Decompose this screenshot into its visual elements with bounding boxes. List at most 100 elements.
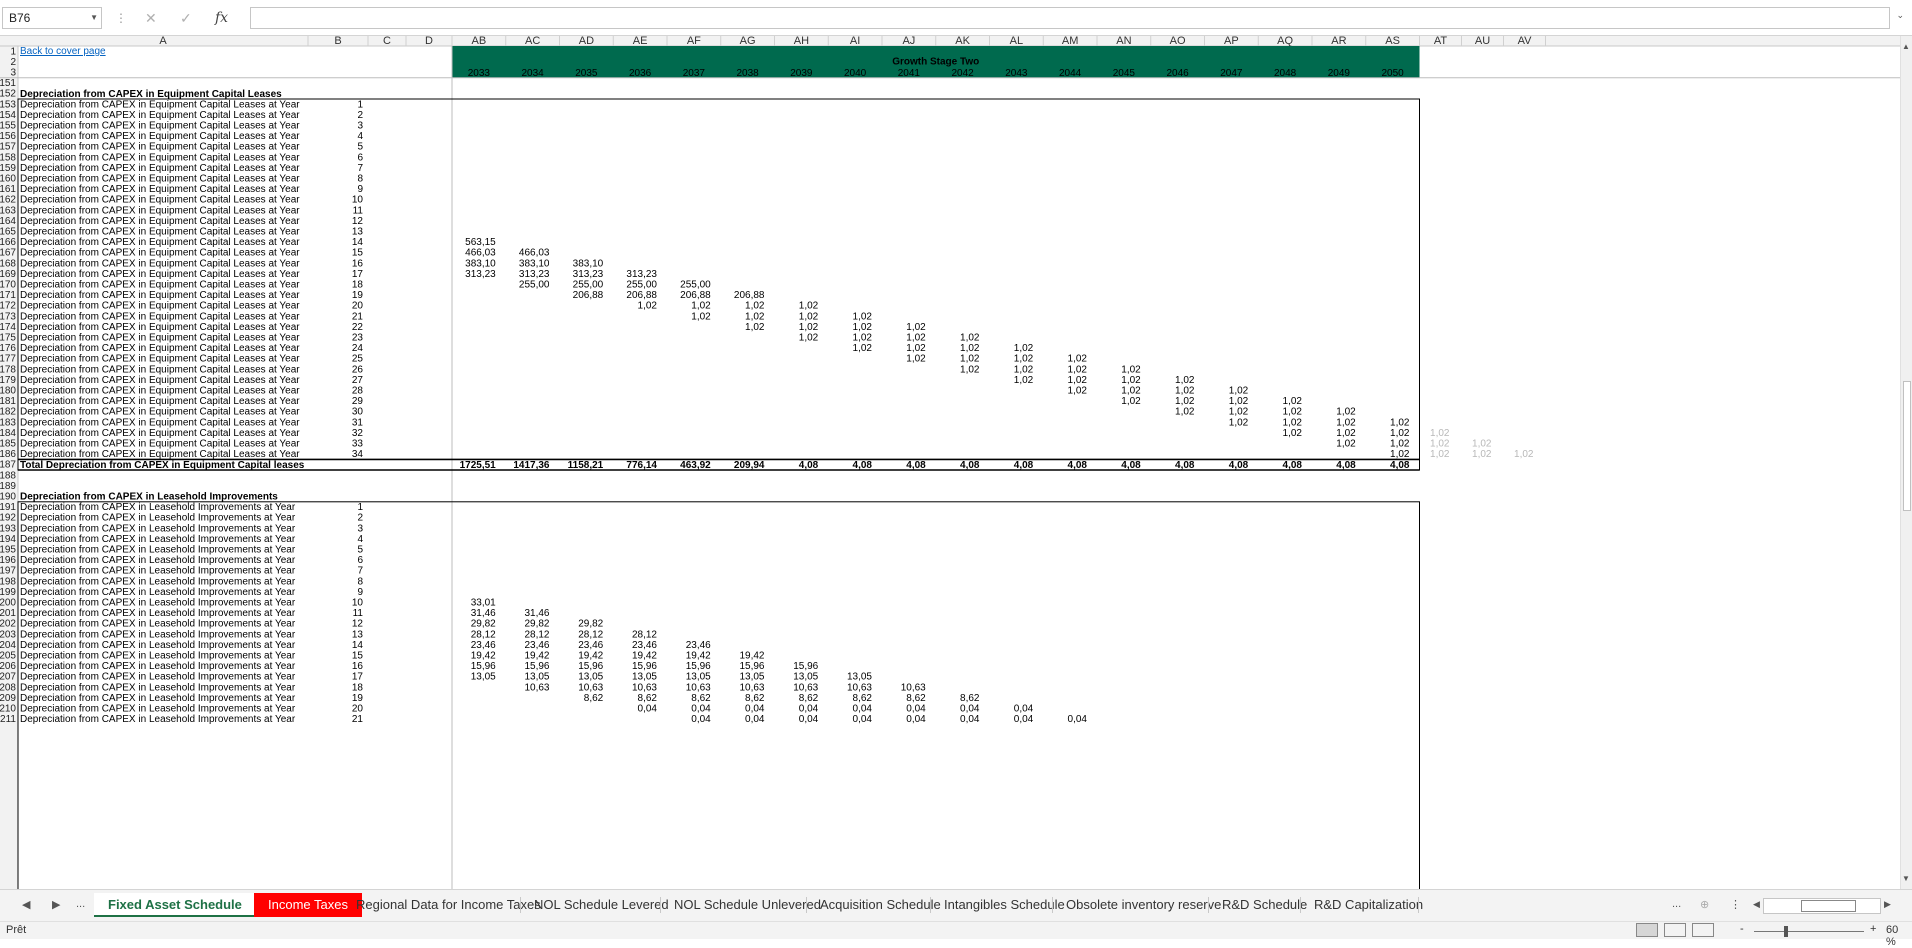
value-cell[interactable]: 15,96 [632, 661, 657, 672]
row-header-151[interactable]: 151 [0, 78, 16, 89]
value-cell[interactable]: 1,02 [1175, 396, 1195, 407]
value-cell[interactable]: 1,02 [1229, 386, 1249, 397]
value-cell[interactable]: 1,02 [1229, 407, 1249, 418]
value-cell[interactable]: 1,02 [853, 322, 873, 333]
value-cell[interactable]: 0,04 [906, 714, 926, 725]
row-header-196[interactable]: 196 [0, 555, 16, 566]
value-cell[interactable]: 19,42 [686, 651, 711, 662]
column-header-ak[interactable]: AK [955, 36, 970, 47]
value-cell[interactable]: 1,02 [1390, 428, 1410, 439]
value-cell[interactable]: 1,02 [1121, 386, 1141, 397]
column-header-al[interactable]: AL [1010, 36, 1023, 47]
value-cell[interactable]: 10,63 [524, 682, 549, 693]
value-cell[interactable]: 0,04 [960, 714, 980, 725]
column-header-ab[interactable]: AB [472, 36, 487, 47]
column-header-ao[interactable]: AO [1170, 36, 1186, 47]
row-header-201[interactable]: 201 [0, 608, 16, 619]
row-header-158[interactable]: 158 [0, 152, 16, 163]
value-cell-overflow[interactable]: 1,02 [1430, 449, 1450, 460]
scroll-up-icon[interactable]: ▲ [1902, 42, 1910, 51]
row-header-182[interactable]: 182 [0, 407, 16, 418]
value-cell[interactable]: 383,10 [519, 258, 550, 269]
value-cell[interactable]: 15,96 [739, 661, 764, 672]
vertical-scrollbar[interactable]: ▲ ▼ [1900, 36, 1912, 889]
value-cell[interactable]: 13,05 [632, 672, 657, 683]
column-header-c[interactable]: C [383, 36, 391, 47]
row-header-179[interactable]: 179 [0, 375, 16, 386]
column-header-aj[interactable]: AJ [902, 36, 915, 47]
value-cell[interactable]: 255,00 [573, 280, 604, 291]
formula-bar-grip-icon[interactable]: ⋮ [115, 10, 127, 26]
value-cell[interactable]: 1,02 [960, 364, 980, 375]
column-header-ad[interactable]: AD [579, 36, 594, 47]
value-cell[interactable]: 19,42 [632, 651, 657, 662]
row-header-195[interactable]: 195 [0, 545, 16, 556]
scroll-down-icon[interactable]: ▼ [1902, 874, 1910, 883]
value-cell[interactable]: 13,05 [524, 672, 549, 683]
more-sheets-left[interactable]: ... [76, 898, 85, 910]
value-cell[interactable]: 1,02 [853, 343, 873, 354]
column-header-b[interactable]: B [334, 36, 341, 47]
sheet-tab[interactable]: R&D Capitalization [1300, 893, 1437, 917]
value-cell[interactable]: 383,10 [465, 258, 496, 269]
value-cell[interactable]: 255,00 [680, 280, 711, 291]
value-cell[interactable]: 1,02 [853, 311, 873, 322]
value-cell[interactable]: 1,02 [1229, 396, 1249, 407]
value-cell[interactable]: 23,46 [632, 640, 657, 651]
row-header-207[interactable]: 207 [0, 672, 16, 683]
row-header-157[interactable]: 157 [0, 142, 16, 153]
value-cell[interactable]: 1,02 [799, 311, 819, 322]
value-cell[interactable]: 0,04 [1014, 704, 1034, 715]
value-cell[interactable]: 1,02 [1068, 375, 1088, 386]
value-cell[interactable]: 0,04 [906, 704, 926, 715]
row-header-1[interactable]: 1 [10, 46, 16, 57]
row-header-162[interactable]: 162 [0, 195, 16, 206]
value-cell[interactable]: 0,04 [799, 704, 819, 715]
chevron-down-icon[interactable]: ⌄ [1896, 10, 1904, 21]
row-header-192[interactable]: 192 [0, 513, 16, 524]
zoom-slider-knob[interactable] [1784, 926, 1788, 937]
value-cell[interactable]: 313,23 [626, 269, 657, 280]
row-header-155[interactable]: 155 [0, 121, 16, 132]
value-cell[interactable]: 383,10 [573, 258, 604, 269]
value-cell[interactable]: 15,96 [686, 661, 711, 672]
value-cell[interactable]: 10,63 [901, 682, 926, 693]
value-cell[interactable]: 10,63 [793, 682, 818, 693]
row-header-170[interactable]: 170 [0, 280, 16, 291]
value-cell[interactable]: 1,02 [745, 311, 765, 322]
value-cell[interactable]: 10,63 [632, 682, 657, 693]
row-header-200[interactable]: 200 [0, 598, 16, 609]
prev-sheet-icon[interactable]: ◀ [22, 898, 30, 911]
value-cell[interactable]: 15,96 [524, 661, 549, 672]
value-cell[interactable]: 1,02 [1068, 364, 1088, 375]
value-cell[interactable]: 1,02 [1336, 428, 1356, 439]
value-cell[interactable]: 15,96 [578, 661, 603, 672]
value-cell[interactable]: 23,46 [524, 640, 549, 651]
row-header-152[interactable]: 152 [0, 89, 16, 100]
row-header-189[interactable]: 189 [0, 481, 16, 492]
value-cell[interactable]: 1,02 [960, 343, 980, 354]
row-header-185[interactable]: 185 [0, 439, 16, 450]
row-header-167[interactable]: 167 [0, 248, 16, 259]
page-break-icon[interactable] [1692, 923, 1714, 937]
scroll-thumb[interactable] [1903, 381, 1911, 511]
row-header-184[interactable]: 184 [0, 428, 16, 439]
row-header-181[interactable]: 181 [0, 396, 16, 407]
value-cell[interactable]: 19,42 [578, 651, 603, 662]
value-cell[interactable]: 1,02 [1014, 364, 1034, 375]
row-header-205[interactable]: 205 [0, 651, 16, 662]
spreadsheet-grid[interactable]: A B C D AB AC AD AE AF AG AH AI AJ AK AL AM AN AO AP AQ AR AS… [0, 36, 1900, 889]
value-cell[interactable]: 255,00 [626, 280, 657, 291]
value-cell[interactable]: 33,01 [471, 598, 496, 609]
row-header-187[interactable]: 187 [0, 460, 16, 471]
column-header-aq[interactable]: AQ [1277, 36, 1293, 47]
zoom-level[interactable]: 60 % [1886, 924, 1910, 948]
value-cell[interactable]: 1,02 [906, 343, 926, 354]
value-cell[interactable]: 23,46 [686, 640, 711, 651]
row-header-210[interactable]: 210 [0, 704, 16, 715]
value-cell[interactable]: 10,63 [847, 682, 872, 693]
value-cell[interactable]: 1,02 [1336, 439, 1356, 450]
value-cell[interactable]: 313,23 [465, 269, 496, 280]
value-cell[interactable]: 0,04 [745, 704, 765, 715]
value-cell[interactable]: 1,02 [853, 333, 873, 344]
